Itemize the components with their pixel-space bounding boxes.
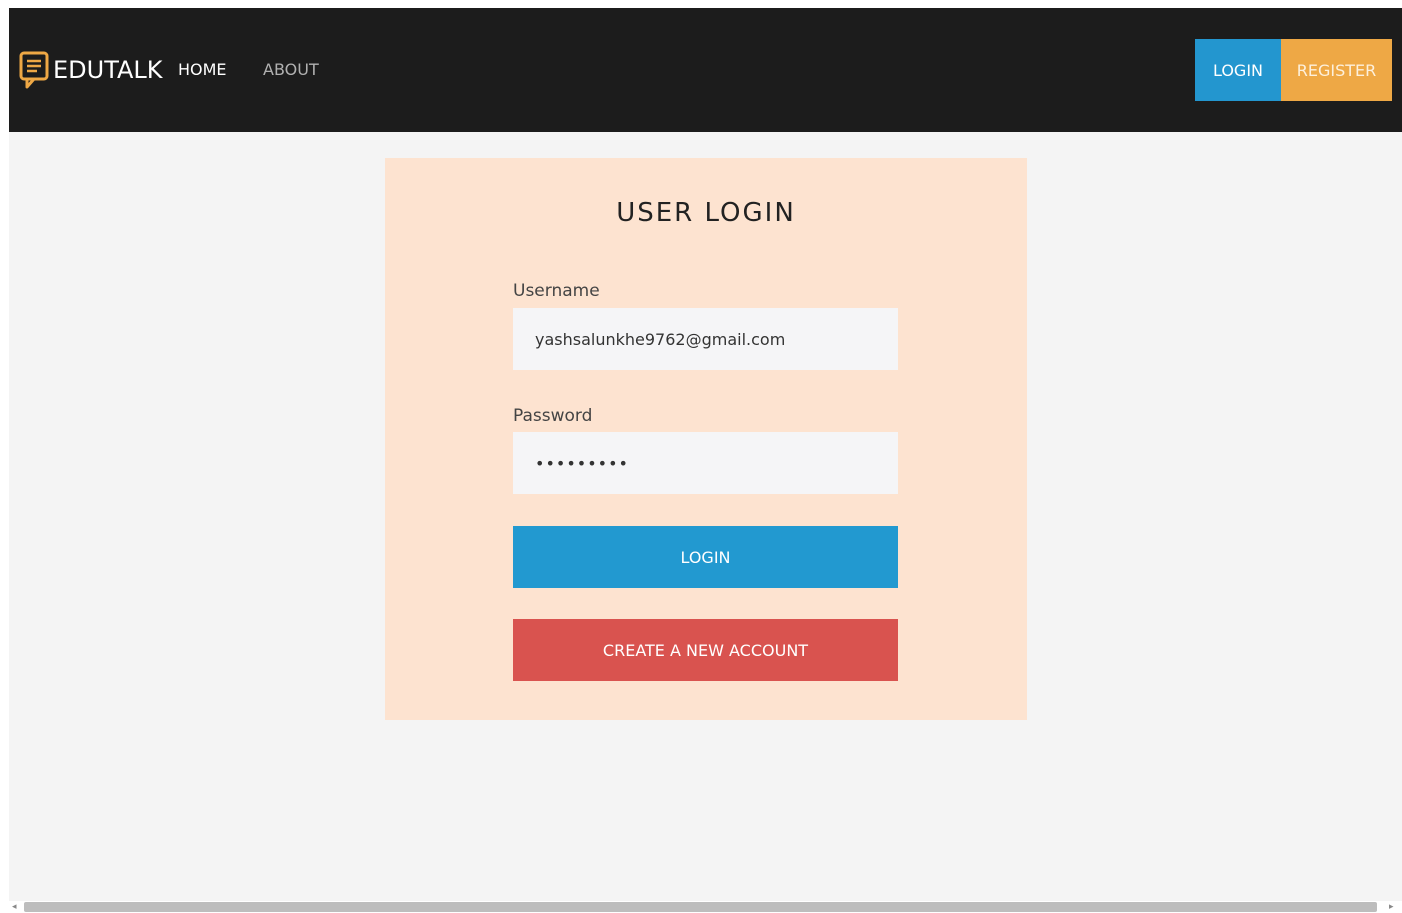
top-navbar: EDUTALK HOME ABOUT LOGIN REGISTER [9,8,1402,132]
browser-viewport: EDUTALK HOME ABOUT LOGIN REGISTER USER L… [9,8,1402,913]
login-button[interactable]: LOGIN [513,526,898,588]
login-title: USER LOGIN [616,198,796,228]
nav-home-link[interactable]: HOME [178,60,227,79]
nav-login-button[interactable]: LOGIN [1195,39,1281,101]
arrow-left-icon[interactable]: ◂ [12,902,17,912]
arrow-right-icon[interactable]: ▸ [1389,902,1394,912]
nav-about-link[interactable]: ABOUT [263,60,319,79]
horizontal-scrollbar[interactable]: ◂ ▸ [9,901,1402,913]
password-input[interactable] [513,432,898,494]
login-card: USER LOGIN Username Password LOGIN CREAT… [385,158,1027,720]
username-input[interactable] [513,308,898,370]
brand-logo[interactable]: EDUTALK [19,51,163,89]
username-label: Username [513,281,600,301]
create-account-button[interactable]: CREATE A NEW ACCOUNT [513,619,898,681]
password-label: Password [513,406,593,426]
chat-message-icon [19,51,49,89]
scrollbar-thumb[interactable] [24,902,1377,912]
nav-register-button[interactable]: REGISTER [1281,39,1392,101]
brand-name: EDUTALK [53,56,163,84]
